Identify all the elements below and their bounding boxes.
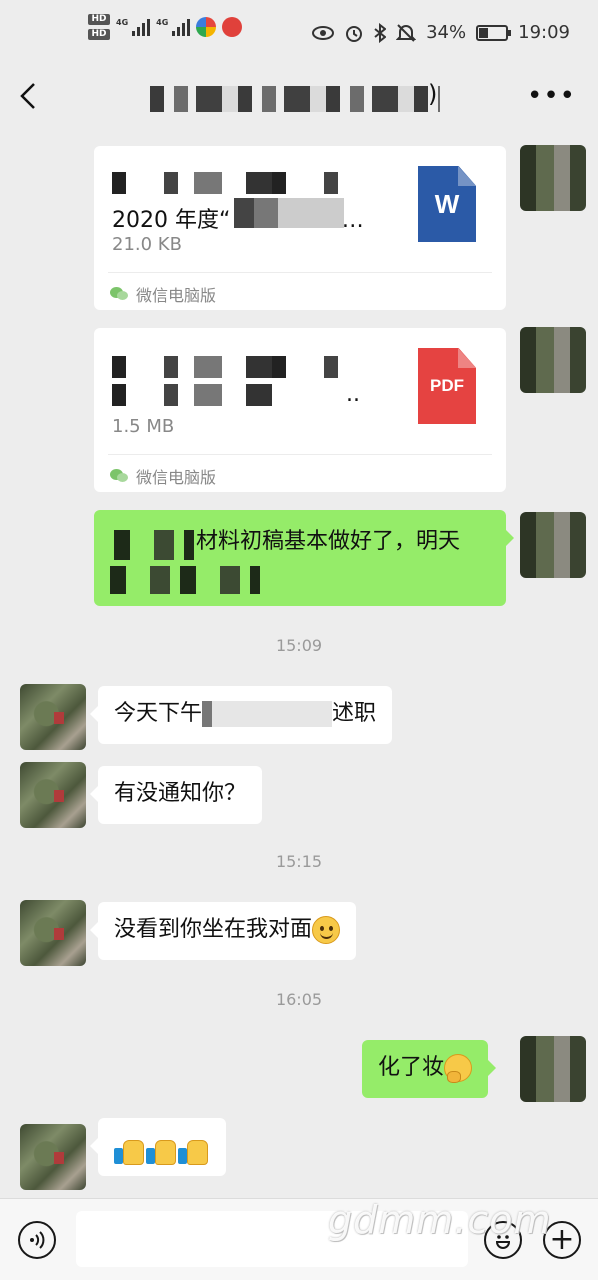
message-redacted	[110, 566, 260, 594]
file-title-text: 2020 年度“	[112, 208, 231, 233]
clock: 19:09	[518, 22, 570, 43]
avatar[interactable]	[520, 145, 586, 211]
file-size: 1.5 MB	[112, 416, 175, 437]
divider	[108, 454, 492, 455]
file-title-tail: ..	[346, 382, 360, 407]
alarm-icon	[346, 25, 363, 42]
signal-icon	[132, 18, 151, 36]
app-notification-icon	[196, 17, 217, 37]
avatar[interactable]	[20, 900, 86, 966]
message-redacted	[114, 530, 194, 560]
file-message-card[interactable]: 2020 年度“”… 21.0 KB W 微信电脑版	[94, 146, 506, 310]
hd-badge: HD	[88, 14, 110, 25]
message-text: 没看到你坐在我对面	[114, 917, 313, 942]
network-type: 4G	[156, 18, 169, 27]
incoming-text-bubble[interactable]: 今天下午 述职	[89, 686, 393, 744]
message-redacted	[202, 701, 333, 727]
app-notification-icon	[222, 17, 243, 37]
avatar[interactable]	[520, 1036, 586, 1102]
timestamp: 15:09	[275, 636, 323, 655]
battery-percent: 34%	[426, 22, 467, 43]
avatar[interactable]	[20, 1124, 86, 1190]
outgoing-text-bubble[interactable]: 材料初稿基本做好了，明天	[94, 510, 514, 606]
voice-wave-icon	[30, 1231, 45, 1249]
thumbs-up-icon	[146, 1136, 176, 1165]
file-name-redacted	[112, 384, 272, 406]
avatar[interactable]	[520, 512, 586, 578]
system-indicators: 34% 19:09	[312, 22, 570, 43]
hd-badges: HD HD	[88, 14, 110, 40]
incoming-emoji-bubble[interactable]	[90, 1118, 226, 1176]
thinking-emoji-icon	[444, 1054, 473, 1083]
more-dots-icon[interactable]: •••	[527, 83, 576, 109]
timestamp: 16:05	[275, 990, 323, 1009]
file-title-redacted	[234, 198, 344, 228]
thumbs-up-icon	[178, 1136, 208, 1165]
file-name-redacted	[112, 356, 352, 378]
watermark: gdmm.com	[328, 1198, 552, 1242]
wechat-mini-icon	[110, 469, 128, 483]
chat-header: ) •••	[0, 68, 598, 128]
divider	[108, 272, 492, 273]
bluetooth-icon	[374, 22, 387, 43]
file-name-redacted	[112, 172, 342, 194]
status-bar: HD HD 4G 4G 34% 19:09	[0, 0, 598, 68]
avatar[interactable]	[20, 684, 86, 750]
message-text: 今天下午	[114, 701, 203, 726]
hd-badge: HD	[88, 29, 110, 40]
file-message-card[interactable]: .. 1.5 MB PDF 微信电脑版	[94, 328, 506, 492]
chat-title-suffix: )	[428, 80, 438, 108]
avatar[interactable]	[20, 762, 86, 828]
outgoing-text-bubble[interactable]: 化了妆	[362, 1040, 497, 1098]
battery-fill	[479, 27, 489, 38]
voice-icon[interactable]	[18, 1221, 56, 1259]
battery-icon	[476, 24, 512, 41]
wechat-mini-icon	[110, 287, 128, 301]
eye-icon	[312, 25, 335, 40]
network-indicators: HD HD 4G 4G	[88, 14, 243, 40]
mute-icon	[396, 23, 417, 42]
timestamp: 15:15	[275, 852, 323, 871]
smile-emoji-icon	[312, 916, 341, 944]
signal-icon	[172, 18, 191, 36]
file-source: 微信电脑版	[110, 282, 216, 306]
message-text: 有没通知你？	[114, 781, 247, 806]
file-source: 微信电脑版	[110, 464, 216, 488]
avatar[interactable]	[520, 327, 586, 393]
network-type: 4G	[116, 18, 129, 27]
file-source-label: 微信电脑版	[136, 286, 217, 305]
message-text: 化了妆	[378, 1055, 445, 1080]
thumbs-up-icon	[114, 1136, 144, 1165]
incoming-text-bubble[interactable]: 没看到你坐在我对面	[89, 902, 357, 960]
file-size: 21.0 KB	[112, 234, 182, 255]
message-text: 述职	[332, 701, 377, 726]
back-chevron-icon[interactable]	[14, 76, 46, 116]
file-source-label: 微信电脑版	[136, 468, 217, 487]
incoming-text-bubble[interactable]: 有没通知你？	[89, 766, 263, 824]
message-text: 材料初稿基本做好了，明天	[196, 529, 461, 554]
chat-title-redacted	[150, 86, 440, 112]
